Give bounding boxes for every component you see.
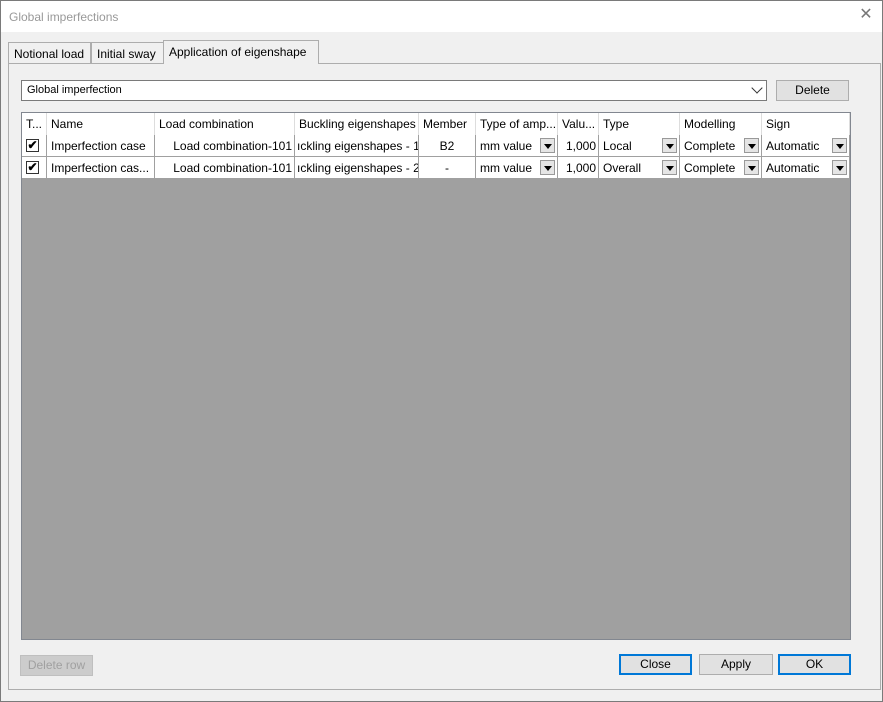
- dropdown-arrow-icon[interactable]: [832, 138, 847, 153]
- tab-application-of-eigenshape[interactable]: Application of eigenshape: [163, 40, 319, 64]
- row-checkbox[interactable]: ✔: [26, 161, 39, 174]
- dropdown-arrow-icon[interactable]: [832, 160, 847, 175]
- modelling-cell[interactable]: Complete: [680, 135, 762, 157]
- column-header[interactable]: Buckling eigenshapes: [295, 113, 419, 135]
- modelling-value: Complete: [684, 139, 736, 153]
- close-button[interactable]: Close: [619, 654, 692, 675]
- sign-cell[interactable]: Automatic: [762, 157, 850, 179]
- member-cell[interactable]: -: [419, 157, 476, 179]
- column-header[interactable]: Valu...: [558, 113, 599, 135]
- checkbox-cell: ✔: [22, 157, 47, 179]
- close-icon[interactable]: ✕: [858, 6, 874, 24]
- modelling-cell[interactable]: Complete: [680, 157, 762, 179]
- type-cell[interactable]: Local: [599, 135, 680, 157]
- load-combination-cell[interactable]: Load combination-101: [155, 135, 295, 157]
- load-combination-cell[interactable]: Load combination-101: [155, 157, 295, 179]
- ok-button[interactable]: OK: [778, 654, 851, 675]
- name-cell[interactable]: Imperfection cas...: [47, 157, 155, 179]
- row-checkbox[interactable]: ✔: [26, 139, 39, 152]
- modelling-value: Complete: [684, 161, 736, 175]
- column-header[interactable]: Name: [47, 113, 155, 135]
- table-header: T... Name Load combination Buckling eige…: [22, 113, 850, 135]
- sign-value: Automatic: [766, 161, 820, 175]
- delete-button[interactable]: Delete: [776, 80, 849, 101]
- window-title: Global imperfections: [9, 10, 119, 24]
- column-header[interactable]: T...: [22, 113, 47, 135]
- column-header[interactable]: Type of amp...: [476, 113, 558, 135]
- buckling-eigenshape-cell[interactable]: ıckling eigenshapes - 2: [295, 157, 419, 179]
- dropdown-arrow-icon[interactable]: [662, 160, 677, 175]
- value-cell[interactable]: 1,000: [558, 135, 599, 157]
- table-row[interactable]: ✔ Imperfection cas... Load combination-1…: [22, 157, 850, 179]
- dropdown-arrow-icon[interactable]: [540, 160, 555, 175]
- type-cell[interactable]: Overall: [599, 157, 680, 179]
- column-header[interactable]: Load combination: [155, 113, 295, 135]
- type-value: Local: [603, 139, 632, 153]
- type-value: Overall: [603, 161, 642, 175]
- amplitude-type-value: mm value: [480, 139, 533, 153]
- value-cell[interactable]: 1,000: [558, 157, 599, 179]
- dropdown-arrow-icon[interactable]: [662, 138, 677, 153]
- imperfection-select-value: Global imperfection: [27, 84, 122, 96]
- column-header[interactable]: Member: [419, 113, 476, 135]
- table-row[interactable]: ✔ Imperfection case Load combination-101…: [22, 135, 850, 157]
- tab-notional-load[interactable]: Notional load: [8, 42, 91, 64]
- member-cell[interactable]: B2: [419, 135, 476, 157]
- imperfections-table: T... Name Load combination Buckling eige…: [21, 112, 851, 640]
- tab-initial-sway[interactable]: Initial sway: [91, 42, 164, 64]
- sign-cell[interactable]: Automatic: [762, 135, 850, 157]
- apply-button[interactable]: Apply: [699, 654, 773, 675]
- checkbox-cell: ✔: [22, 135, 47, 157]
- sign-value: Automatic: [766, 139, 820, 153]
- title-bar: Global imperfections ✕: [1, 1, 882, 32]
- dropdown-arrow-icon[interactable]: [540, 138, 555, 153]
- column-header[interactable]: Modelling: [680, 113, 762, 135]
- column-header[interactable]: Type: [599, 113, 680, 135]
- delete-row-button[interactable]: Delete row: [20, 655, 93, 676]
- amplitude-type-cell[interactable]: mm value: [476, 157, 558, 179]
- amplitude-type-value: mm value: [480, 161, 533, 175]
- dropdown-arrow-icon[interactable]: [744, 160, 759, 175]
- column-header[interactable]: Sign: [762, 113, 850, 135]
- amplitude-type-cell[interactable]: mm value: [476, 135, 558, 157]
- imperfection-select[interactable]: Global imperfection: [21, 80, 767, 101]
- buckling-eigenshape-cell[interactable]: ıckling eigenshapes - 1: [295, 135, 419, 157]
- name-cell[interactable]: Imperfection case: [47, 135, 155, 157]
- dropdown-arrow-icon[interactable]: [744, 138, 759, 153]
- chevron-down-icon: [751, 82, 763, 94]
